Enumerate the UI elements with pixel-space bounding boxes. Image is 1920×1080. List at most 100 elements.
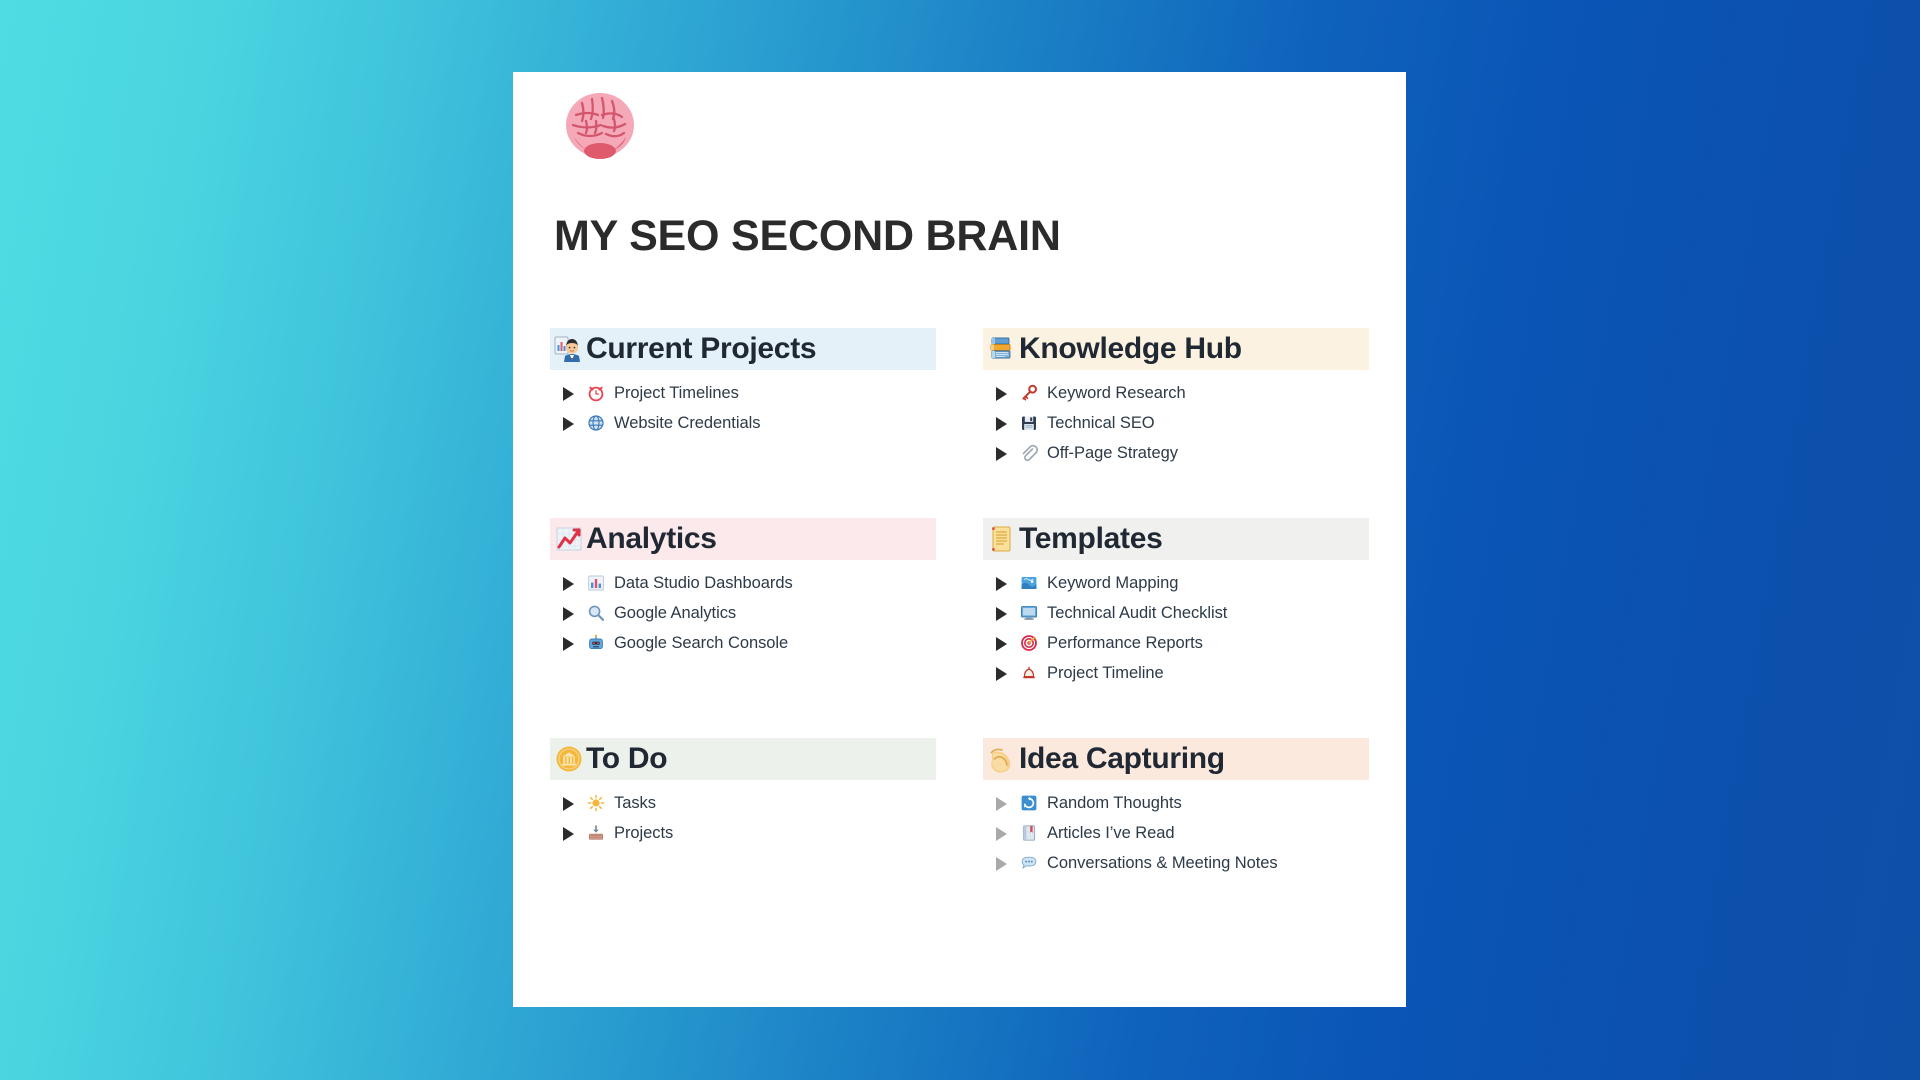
section-items-current-projects: Project Timelines Website Credentials (550, 378, 936, 438)
coin-icon (554, 744, 584, 774)
chevron-right-icon[interactable] (561, 416, 575, 431)
section-header-idea-capturing[interactable]: Idea Capturing (983, 738, 1369, 780)
chevron-right-icon[interactable] (994, 796, 1008, 811)
list-item-label: Off-Page Strategy (1047, 443, 1178, 462)
chevron-right-icon[interactable] (994, 576, 1008, 591)
list-item[interactable]: Technical Audit Checklist (983, 598, 1369, 628)
bell-icon (1020, 664, 1038, 682)
flexed-biceps-icon (987, 744, 1017, 774)
chevron-right-icon[interactable] (994, 636, 1008, 651)
paperclip-icon (1020, 444, 1038, 462)
section-title: Knowledge Hub (1019, 332, 1242, 365)
list-item[interactable]: Conversations & Meeting Notes (983, 848, 1369, 878)
list-item-label: Project Timelines (614, 383, 739, 402)
list-item[interactable]: Project Timeline (983, 658, 1369, 688)
list-item-label: Technical Audit Checklist (1047, 603, 1228, 622)
man-office-worker-icon (554, 334, 584, 364)
section-items-to-do: Tasks Projects (550, 788, 936, 848)
list-item-label: Keyword Research (1047, 383, 1186, 402)
section-header-current-projects[interactable]: Current Projects (550, 328, 936, 370)
chevron-right-icon[interactable] (561, 576, 575, 591)
scroll-icon (987, 524, 1017, 554)
chevron-right-icon[interactable] (561, 826, 575, 841)
chevron-right-icon[interactable] (561, 636, 575, 651)
section-row-2: Analytics Data Studio Dashboards Google … (550, 518, 1370, 738)
list-item-label: Website Credentials (614, 413, 761, 432)
list-item[interactable]: Project Timelines (550, 378, 936, 408)
section-title: Templates (1019, 522, 1163, 555)
list-item-label: Articles I’ve Read (1047, 823, 1175, 842)
section-header-knowledge-hub[interactable]: Knowledge Hub (983, 328, 1369, 370)
bar-chart-icon (587, 574, 605, 592)
note-card: MY SEO SECOND BRAIN Current Projects Pro… (513, 72, 1406, 1007)
magnifying-glass-icon (587, 604, 605, 622)
list-item-label: Conversations & Meeting Notes (1047, 853, 1278, 872)
section-header-to-do[interactable]: To Do (550, 738, 936, 780)
chevron-right-icon[interactable] (994, 606, 1008, 621)
chevron-right-icon[interactable] (994, 856, 1008, 871)
list-item-label: Google Search Console (614, 633, 789, 652)
list-item[interactable]: Projects (550, 818, 936, 848)
list-item[interactable]: Keyword Mapping (983, 568, 1369, 598)
list-item[interactable]: Articles I’ve Read (983, 818, 1369, 848)
chevron-right-icon[interactable] (561, 386, 575, 401)
desktop-computer-icon (1020, 604, 1038, 622)
books-icon (987, 334, 1017, 364)
list-item[interactable]: Random Thoughts (983, 788, 1369, 818)
section-items-knowledge-hub: Keyword Research Technical SEO Off-Page … (983, 378, 1369, 468)
section-row-3: To Do Tasks Projects Idea Capturing Rand… (550, 738, 1370, 928)
section-idea-capturing: Idea Capturing Random Thoughts Articles … (983, 738, 1369, 928)
chevron-right-icon[interactable] (561, 606, 575, 621)
list-item[interactable]: Keyword Research (983, 378, 1369, 408)
section-title: Idea Capturing (1019, 742, 1225, 775)
section-items-templates: Keyword Mapping Technical Audit Checklis… (983, 568, 1369, 688)
chevron-right-icon[interactable] (994, 826, 1008, 841)
list-item-label: Random Thoughts (1047, 793, 1182, 812)
chevron-right-icon[interactable] (994, 386, 1008, 401)
list-item-label: Tasks (614, 793, 656, 812)
list-item[interactable]: Google Search Console (550, 628, 936, 658)
globe-icon (587, 414, 605, 432)
section-current-projects: Current Projects Project Timelines Websi… (550, 328, 936, 518)
section-title: Current Projects (586, 332, 817, 365)
section-templates: Templates Keyword Mapping Technical Audi… (983, 518, 1369, 738)
section-title: Analytics (586, 522, 717, 555)
list-item[interactable]: Website Credentials (550, 408, 936, 438)
list-item-label: Data Studio Dashboards (614, 573, 793, 592)
list-item-label: Technical SEO (1047, 413, 1155, 432)
section-items-analytics: Data Studio Dashboards Google Analytics (550, 568, 936, 658)
direct-hit-icon (1020, 634, 1038, 652)
list-item-label: Projects (614, 823, 674, 842)
speech-balloon-icon (1020, 854, 1038, 872)
section-to-do: To Do Tasks Projects (550, 738, 936, 928)
section-header-analytics[interactable]: Analytics (550, 518, 936, 560)
list-item[interactable]: Off-Page Strategy (983, 438, 1369, 468)
section-header-templates[interactable]: Templates (983, 518, 1369, 560)
list-item[interactable]: Performance Reports (983, 628, 1369, 658)
recycle-square-icon (1020, 794, 1038, 812)
list-item[interactable]: Data Studio Dashboards (550, 568, 936, 598)
list-item[interactable]: Google Analytics (550, 598, 936, 628)
section-title: To Do (586, 742, 668, 775)
brain-icon (556, 85, 644, 173)
list-item[interactable]: Technical SEO (983, 408, 1369, 438)
inbox-tray-icon (587, 824, 605, 842)
robot-icon (587, 634, 605, 652)
list-item-label: Project Timeline (1047, 663, 1164, 682)
closed-book-icon (1020, 824, 1038, 842)
list-item[interactable]: Tasks (550, 788, 936, 818)
chevron-right-icon[interactable] (994, 416, 1008, 431)
list-item-label: Google Analytics (614, 603, 737, 622)
chart-increasing-icon (554, 524, 584, 554)
chevron-right-icon[interactable] (994, 446, 1008, 461)
chevron-right-icon[interactable] (561, 796, 575, 811)
floppy-disk-icon (1020, 414, 1038, 432)
key-icon (1020, 384, 1038, 402)
list-item-label: Performance Reports (1047, 633, 1203, 652)
section-items-idea-capturing: Random Thoughts Articles I’ve Read Conve… (983, 788, 1369, 878)
alarm-clock-icon (587, 384, 605, 402)
section-analytics: Analytics Data Studio Dashboards Google … (550, 518, 936, 738)
list-item-label: Keyword Mapping (1047, 573, 1179, 592)
page-title: MY SEO SECOND BRAIN (554, 212, 1061, 260)
chevron-right-icon[interactable] (994, 666, 1008, 681)
